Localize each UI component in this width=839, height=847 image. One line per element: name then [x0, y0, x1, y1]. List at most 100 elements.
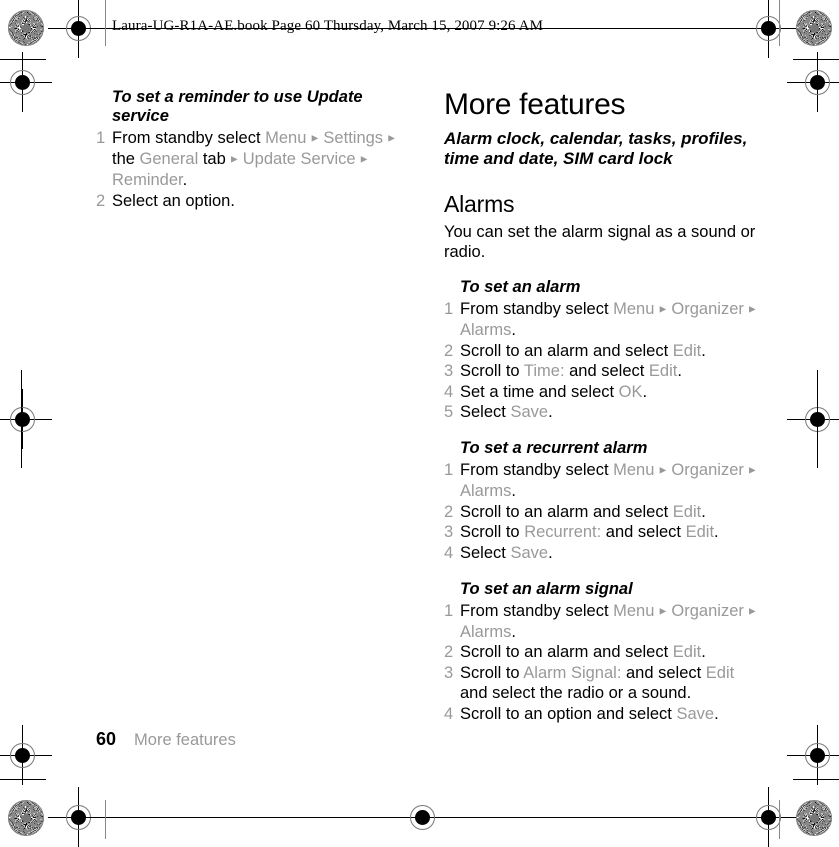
step-number: 2	[444, 643, 454, 662]
procedure-step: 3 Scroll to Alarm Signal: and select Edit…	[444, 663, 764, 704]
step-text: From standby select	[460, 601, 614, 620]
step-text: .	[714, 705, 719, 723]
navigation-arrow-icon: ►	[743, 303, 758, 316]
ui-element-name: Edit	[672, 502, 702, 521]
step-text: Scroll to	[460, 663, 524, 682]
procedure-step: 3 Scroll to Recurrent: and select Edit.	[444, 522, 764, 543]
ui-element-name: Menu	[613, 461, 655, 480]
ui-element-name: Settings	[323, 129, 384, 147]
navigation-arrow-icon: ►	[654, 464, 672, 477]
ui-element-name: Edit	[672, 643, 702, 662]
page-number: 60	[96, 729, 117, 749]
ui-element-name: Organizer	[671, 300, 744, 318]
step-text: .	[182, 171, 188, 190]
ui-element-name: Edit	[705, 663, 735, 682]
page-footer: 60 More features	[96, 728, 236, 751]
step-number: 1	[444, 300, 454, 318]
step-text: .	[701, 341, 706, 360]
step-text: Scroll to an alarm and select	[460, 341, 673, 360]
ui-element-name: Edit	[685, 523, 715, 542]
navigation-arrow-icon: ►	[654, 605, 672, 618]
navigation-arrow-icon: ►	[383, 132, 397, 145]
step-text: .	[548, 543, 553, 562]
step-text: .	[642, 382, 648, 401]
procedure-group: To set an alarm 1 From standby select Menu…	[444, 278, 764, 725]
ui-element-name: Menu	[613, 300, 655, 318]
ui-element-name: Menu	[265, 129, 307, 147]
procedure-title: To set a recurrent alarm	[460, 439, 648, 458]
procedure-step: 1 From standby select Menu ► Organizer ► …	[444, 601, 764, 643]
footer-chapter-name: More features	[134, 731, 236, 749]
procedure-step: 1 From standby select Menu ► Organizer ► …	[444, 460, 764, 502]
step-number: 2	[444, 502, 454, 521]
right-column: More features Alarm clock, calendar, tas…	[444, 88, 764, 741]
navigation-arrow-icon: ►	[743, 464, 758, 477]
procedure-step: 2 Scroll to an alarm and select Edit.	[444, 642, 764, 663]
procedure-step: 2 Select an option.	[96, 191, 414, 212]
step-number: 1	[444, 461, 454, 480]
ui-element-name: Edit	[672, 341, 702, 360]
step-number: 4	[444, 705, 454, 723]
step-text: From standby select	[460, 461, 614, 480]
step-number: 3	[444, 523, 454, 542]
navigation-arrow-icon: ►	[355, 153, 370, 166]
navigation-arrow-icon: ►	[225, 153, 243, 166]
section-title: Alarms	[444, 191, 515, 217]
ui-element-name: General	[139, 150, 199, 169]
chapter-title: More features	[444, 88, 626, 121]
step-text: Scroll to	[460, 523, 525, 542]
navigation-arrow-icon: ►	[306, 132, 324, 145]
ui-element-name: OK	[618, 382, 643, 401]
step-text: Set a time and select	[460, 382, 619, 401]
procedure-step: 1 From standby select Menu ► Organizer ► …	[444, 299, 764, 341]
procedure-step: 2 Scroll to an alarm and select Edit.	[444, 502, 764, 523]
ui-element-name: Update Service	[242, 150, 356, 169]
step-number: 2	[444, 341, 454, 360]
section-intro-text: You can set the alarm signal as a sound …	[444, 223, 756, 261]
step-text: .	[511, 482, 516, 501]
chapter-subtitle: Alarm clock, calendar, tasks, profiles, …	[444, 129, 748, 168]
procedure-step: 4 Select Save.	[444, 543, 764, 564]
procedure-title: To set an alarm	[460, 278, 581, 296]
step-text: .	[714, 523, 719, 542]
procedure-step-list: 1 From standby select Menu ► Settings ► t…	[96, 128, 414, 211]
procedure-step: 5 Select Save.	[444, 402, 764, 423]
ui-element-name: Organizer	[671, 601, 744, 620]
step-text: .	[701, 502, 706, 521]
step-text: From standby select	[460, 300, 614, 318]
step-number: 3	[444, 663, 454, 682]
ui-element-name: Alarm Signal:	[523, 663, 622, 682]
ui-element-name: Alarms	[460, 321, 512, 340]
step-number: 3	[444, 362, 454, 381]
step-text: .	[548, 403, 553, 422]
procedure-step: 3 Scroll to Time: and select Edit.	[444, 361, 764, 382]
step-text: and select the radio or a sound.	[460, 684, 692, 703]
step-number: 5	[444, 403, 454, 422]
step-number: 1	[96, 129, 106, 147]
left-column: To set a reminder to use Update service …	[96, 88, 414, 227]
ui-element-name: Edit	[648, 362, 678, 381]
ui-element-name: Reminder	[112, 171, 183, 190]
step-text: the	[112, 150, 140, 169]
step-text: and select	[621, 663, 706, 682]
ui-element-name: Recurrent:	[524, 523, 602, 542]
step-number: 4	[444, 382, 454, 401]
step-text: Select	[460, 403, 511, 422]
procedure-step: 1 From standby select Menu ► Settings ► t…	[96, 128, 414, 191]
ui-element-name: Save	[510, 403, 549, 422]
procedure-step-list: 1 From standby select Menu ► Organizer ► …	[444, 299, 764, 423]
step-text: Select an option.	[112, 191, 235, 210]
ui-element-name: Alarms	[460, 482, 512, 501]
navigation-arrow-icon: ►	[654, 303, 672, 316]
step-text: and select	[564, 362, 649, 381]
step-text: .	[511, 622, 516, 641]
ui-element-name: Save	[676, 705, 715, 723]
ui-element-name: Menu	[613, 601, 655, 620]
step-text: .	[701, 643, 706, 662]
procedure-step: 2 Scroll to an alarm and select Edit.	[444, 341, 764, 362]
step-number: 4	[444, 543, 454, 562]
ui-element-name: Save	[510, 543, 549, 562]
procedure-title: To set a reminder to use Update service	[112, 88, 363, 125]
ui-element-name: Alarms	[460, 622, 512, 641]
procedure-step: 4 Scroll to an option and select Save.	[444, 704, 764, 725]
